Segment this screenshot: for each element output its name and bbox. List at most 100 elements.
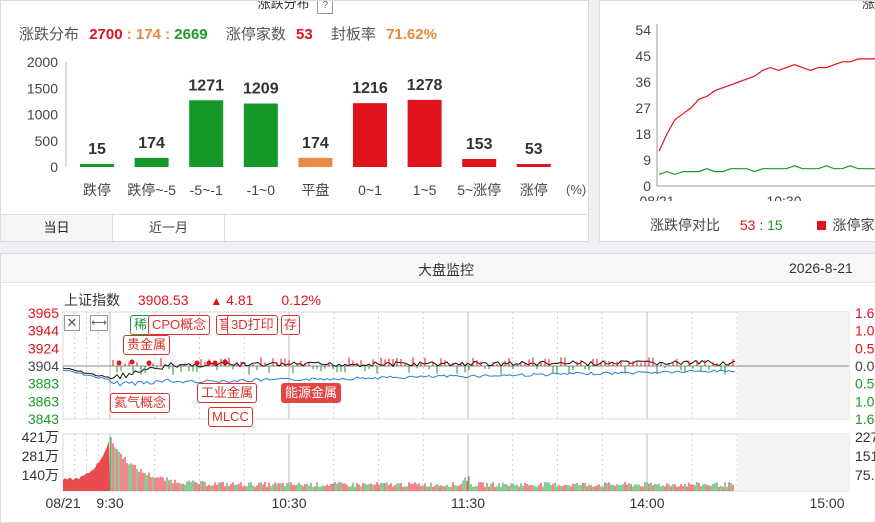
x-tick-label: 1~5 bbox=[413, 182, 437, 198]
ratio-label: 涨跌停对比 bbox=[650, 217, 720, 233]
event-dot bbox=[206, 360, 212, 366]
tab-last-month[interactable]: 近一月 bbox=[113, 215, 225, 241]
distribution-panel: 涨跌分布 ? 涨跌分布 2700 : 174 : 2669 涨停家数 53 封板… bbox=[0, 0, 589, 242]
up-count: 2700 bbox=[89, 26, 123, 43]
volume-tick-label: 227 bbox=[855, 429, 875, 445]
limit-count: 53 bbox=[296, 26, 313, 43]
time-tick-label: 14:00 bbox=[629, 495, 664, 511]
help-icon[interactable]: ? bbox=[317, 1, 334, 14]
pct-tick-label: 1.0 bbox=[855, 393, 875, 409]
volume-frame bbox=[62, 433, 850, 492]
bar bbox=[189, 100, 224, 167]
price-tick-label: 3883 bbox=[28, 376, 59, 392]
price-tick-label: 3863 bbox=[28, 393, 59, 409]
pct-tick-label: 0.0 bbox=[855, 358, 875, 374]
bar bbox=[80, 164, 114, 167]
time-tick-label: 15:00 bbox=[809, 495, 844, 511]
distribution-bar-chart: 0 500 1000 1500 2000 15 跌停 174 跌停~-5 1271 -5~-1 120… bbox=[27, 54, 551, 198]
y-tick-label: 2000 bbox=[27, 54, 58, 70]
y-tick-label: 27 bbox=[635, 100, 651, 116]
bar-value-label: 1278 bbox=[407, 77, 443, 94]
event-tag-energy-metals[interactable]: 能源金属 bbox=[281, 383, 342, 403]
pct-tick-label: 1.6 bbox=[855, 305, 875, 321]
bar-value-label: 1216 bbox=[352, 80, 388, 97]
bar-value-label: 53 bbox=[525, 141, 543, 158]
x-tick-label: -5~-1 bbox=[190, 182, 223, 198]
event-dot bbox=[194, 360, 200, 366]
limit-trend-chart: 54 45 36 27 18 9 008/21 10:30 bbox=[635, 22, 875, 201]
y-tick-label: 18 bbox=[635, 126, 651, 142]
seal-rate: 71.62% bbox=[386, 26, 437, 43]
y-tick-label: 36 bbox=[635, 74, 651, 90]
x-tick-label: 跌停~-5 bbox=[127, 182, 176, 198]
x-tick-label: -1~0 bbox=[247, 182, 276, 198]
event-dot bbox=[146, 360, 152, 366]
y-tick-label: 0 bbox=[643, 178, 651, 194]
bar-value-label: 153 bbox=[466, 136, 493, 153]
volume-tick-label: 140万 bbox=[22, 467, 59, 483]
x-tick-label: 跌停 bbox=[83, 182, 111, 198]
ratio-up: 53 bbox=[739, 217, 756, 233]
bar-value-label: 174 bbox=[302, 135, 329, 152]
event-tag-mlcc[interactable]: MLCC bbox=[208, 407, 253, 427]
price-tick-label: 3904 bbox=[28, 358, 59, 374]
limit-trend-panel: 涨 54 45 36 27 18 9 0 08/21 10:30 涨跌停对比 53 : 15 涨… bbox=[599, 0, 875, 242]
volume-tick-label: 421万 bbox=[22, 429, 59, 445]
bar bbox=[353, 103, 387, 167]
index-price-line bbox=[62, 359, 736, 380]
tab-today[interactable]: 当日 bbox=[1, 215, 113, 241]
event-tag-cpo[interactable]: CPO概念 bbox=[148, 315, 211, 335]
price-tick-label: 3924 bbox=[28, 340, 59, 356]
x-tick-label: 5~涨停 bbox=[457, 182, 501, 198]
seal-label: 封板率 bbox=[330, 26, 376, 43]
y-tick-label: 1500 bbox=[27, 80, 58, 96]
x-tick-label: 10:30 bbox=[766, 193, 801, 201]
pct-tick-label: 0.5 bbox=[855, 376, 875, 392]
event-tag-precious-metals[interactable]: 贵金属 bbox=[123, 335, 171, 355]
time-tick-label: 9:30 bbox=[96, 495, 123, 511]
event-tag-3d-printing[interactable]: 3D打印 bbox=[227, 315, 278, 335]
intraday-chart: 39653944392439043883386338431.61.00.50.0… bbox=[22, 305, 875, 511]
y-tick-label: 0 bbox=[50, 159, 58, 175]
bar bbox=[243, 103, 278, 167]
time-tick-label: 08/21 bbox=[45, 495, 80, 511]
event-dot bbox=[116, 360, 122, 366]
ratio-row: 涨跌停对比 53 : 15 涨停家 bbox=[650, 217, 875, 233]
x-tick-label: 0~1 bbox=[358, 182, 382, 198]
y-tick-label: 9 bbox=[643, 152, 651, 168]
legend-swatch bbox=[816, 221, 826, 230]
bar bbox=[298, 157, 333, 167]
bar bbox=[407, 99, 442, 167]
expand-horizontal-icon[interactable]: ⟷ bbox=[90, 315, 108, 331]
time-tick-label: 11:30 bbox=[451, 495, 485, 511]
distribution-summary: 涨跌分布 2700 : 174 : 2669 涨停家数 53 封板率 71.62… bbox=[19, 26, 437, 43]
event-tag-helium[interactable]: 氦气概念 bbox=[110, 393, 171, 413]
ratio-down: 15 bbox=[767, 217, 783, 233]
bar bbox=[134, 157, 169, 167]
event-tag-cun[interactable]: 存 bbox=[281, 315, 301, 335]
y-tick-label: 500 bbox=[35, 133, 59, 149]
pct-tick-label: 1.6 bbox=[855, 411, 875, 427]
y-tick-label: 45 bbox=[635, 48, 651, 64]
event-dot bbox=[212, 360, 218, 366]
bar bbox=[462, 158, 497, 167]
volume-tick-label: 75. bbox=[855, 467, 874, 483]
volume-tick-label: 151 bbox=[855, 448, 875, 464]
event-tag-industrial-metals[interactable]: 工业金属 bbox=[197, 383, 258, 403]
limit-down-line bbox=[658, 165, 875, 176]
dist-label: 涨跌分布 bbox=[19, 26, 80, 43]
close-icon[interactable]: ✕ bbox=[64, 315, 80, 331]
avg-price-line bbox=[62, 369, 736, 387]
pct-tick-label: 0.5 bbox=[855, 340, 875, 356]
distribution-panel-title: 涨跌分布 ? bbox=[1, 1, 588, 14]
event-dot bbox=[222, 359, 228, 365]
pct-tick-label: 1.0 bbox=[855, 323, 875, 339]
event-dot bbox=[129, 359, 135, 365]
price-tick-label: 3965 bbox=[28, 305, 59, 321]
bar-value-label: 1271 bbox=[188, 77, 224, 94]
bar-value-label: 1209 bbox=[243, 81, 279, 98]
down-count: 2669 bbox=[174, 26, 208, 43]
unit-label: (%) bbox=[566, 182, 587, 197]
legend-label: 涨停家 bbox=[832, 217, 875, 233]
price-tick-label: 3843 bbox=[28, 411, 59, 427]
